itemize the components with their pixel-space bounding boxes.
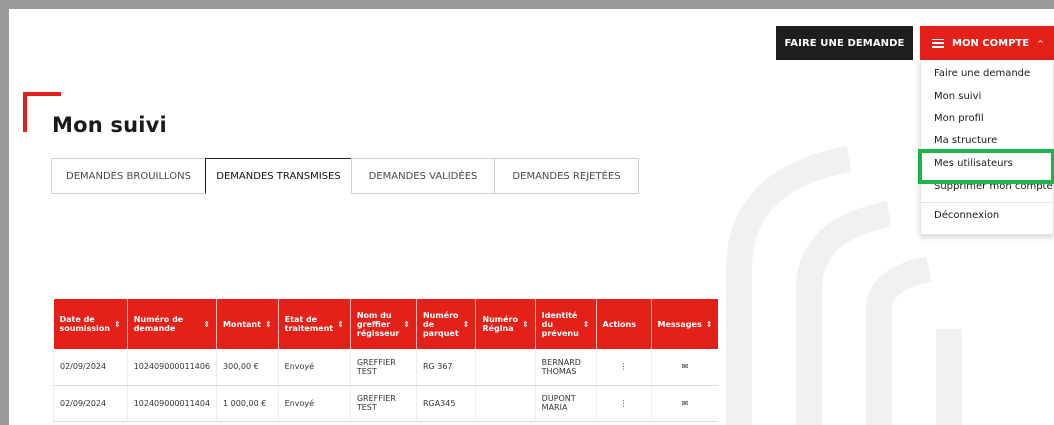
menu-item-faire-demande[interactable]: Faire une demande <box>934 68 1030 79</box>
hamburger-icon <box>932 38 944 48</box>
more-vertical-icon[interactable]: ⋮ <box>596 349 652 386</box>
cell-regina-number <box>475 349 536 386</box>
column-header: Actions <box>596 299 652 349</box>
tab-brouillons[interactable]: DEMANDES BROUILLONS <box>51 158 206 194</box>
table-header-row: Date de soumission ⇕ Numéro de demande ⇕ M… <box>53 299 719 349</box>
cell-status: Envoyé <box>278 385 351 422</box>
cell-amount: 1 000,00 € <box>216 385 279 422</box>
account-button-label: MON COMPTE <box>952 37 1030 49</box>
column-header[interactable]: Etat de traitement ⇕ <box>278 299 351 349</box>
tab-rejetees[interactable]: DEMANDES REJETÉES <box>494 158 639 194</box>
table-row: 02/09/2024 102409000011404 1 000,00 € En… <box>53 385 719 422</box>
cell-clerk: GREFFIER TEST <box>350 349 417 386</box>
sort-icon[interactable]: ⇕ <box>583 320 590 329</box>
column-header[interactable]: Numéro de demande ⇕ <box>127 299 218 349</box>
cell-amount: 300,00 € <box>216 349 279 386</box>
cell-parquet-number: RG 367 <box>416 349 477 386</box>
tab-bar: DEMANDES BROUILLONS DEMANDES TRANSMISES … <box>51 158 639 194</box>
accent-bar-top <box>23 92 61 96</box>
tab-validees[interactable]: DEMANDES VALIDÉES <box>351 158 495 194</box>
cell-defendant: BERNARD THOMAS <box>535 349 597 386</box>
tab-transmises[interactable]: DEMANDES TRANSMISES <box>205 158 352 194</box>
cell-request-number: 102409000011406 <box>127 349 218 386</box>
cell-request-number: 102409000011404 <box>127 385 218 422</box>
cell-clerk: GREFFIER TEST <box>350 385 417 422</box>
cell-defendant: DUPONT MARIA <box>535 385 597 422</box>
sort-icon[interactable]: ⇕ <box>403 320 410 329</box>
account-menu: Faire une demande Mon suivi Mon profil M… <box>920 60 1054 235</box>
column-header[interactable]: Nom du greffier régisseur ⇕ <box>350 299 417 349</box>
cell-regina-number <box>475 385 536 422</box>
sort-icon[interactable]: ⇕ <box>522 320 529 329</box>
column-header[interactable]: Montant ⇕ <box>216 299 279 349</box>
sort-icon[interactable]: ⇕ <box>114 320 121 329</box>
column-header[interactable]: Date de soumission ⇕ <box>53 299 128 349</box>
cell-parquet-number: RGA345 <box>416 385 477 422</box>
request-button[interactable]: FAIRE UNE DEMANDE <box>776 26 913 60</box>
sort-icon[interactable]: ⇕ <box>203 320 210 329</box>
more-vertical-icon[interactable]: ⋮ <box>596 385 652 422</box>
page-title: Mon suivi <box>52 113 167 137</box>
highlight-box <box>918 149 1054 184</box>
cell-date: 02/09/2024 <box>53 385 128 422</box>
menu-item-ma-structure[interactable]: Ma structure <box>934 135 997 146</box>
column-header[interactable]: Numéro Régina ⇕ <box>475 299 536 349</box>
menu-item-mon-profil[interactable]: Mon profil <box>934 113 984 124</box>
cell-date: 02/09/2024 <box>53 349 128 386</box>
sort-icon[interactable]: ⇕ <box>706 320 713 329</box>
column-header[interactable]: Messages ⇕ <box>651 299 719 349</box>
envelope-icon[interactable]: ✉ <box>651 385 719 422</box>
sort-icon[interactable]: ⇕ <box>265 320 272 329</box>
menu-item-mon-suivi[interactable]: Mon suivi <box>934 91 981 102</box>
requests-table: Date de soumission ⇕ Numéro de demande ⇕ M… <box>53 299 719 422</box>
envelope-icon[interactable]: ✉ <box>651 349 719 386</box>
menu-divider <box>921 202 1053 203</box>
sort-icon[interactable]: ⇕ <box>463 320 470 329</box>
column-header[interactable]: Numéro de parquet ⇕ <box>416 299 477 349</box>
accent-bar <box>23 92 27 132</box>
table-row: 02/09/2024 102409000011406 300,00 € Envo… <box>53 349 719 386</box>
chevron-up-icon: ^ <box>1037 38 1044 48</box>
app-window: Mon suivi FAIRE UNE DEMANDE MON COMPTE ^… <box>9 9 1054 425</box>
column-header[interactable]: Identité du prévenu ⇕ <box>535 299 597 349</box>
sort-icon[interactable]: ⇕ <box>337 320 344 329</box>
account-button[interactable]: MON COMPTE ^ <box>920 26 1054 60</box>
cell-status: Envoyé <box>278 349 351 386</box>
menu-item-deconnexion[interactable]: Déconnexion <box>934 210 999 221</box>
